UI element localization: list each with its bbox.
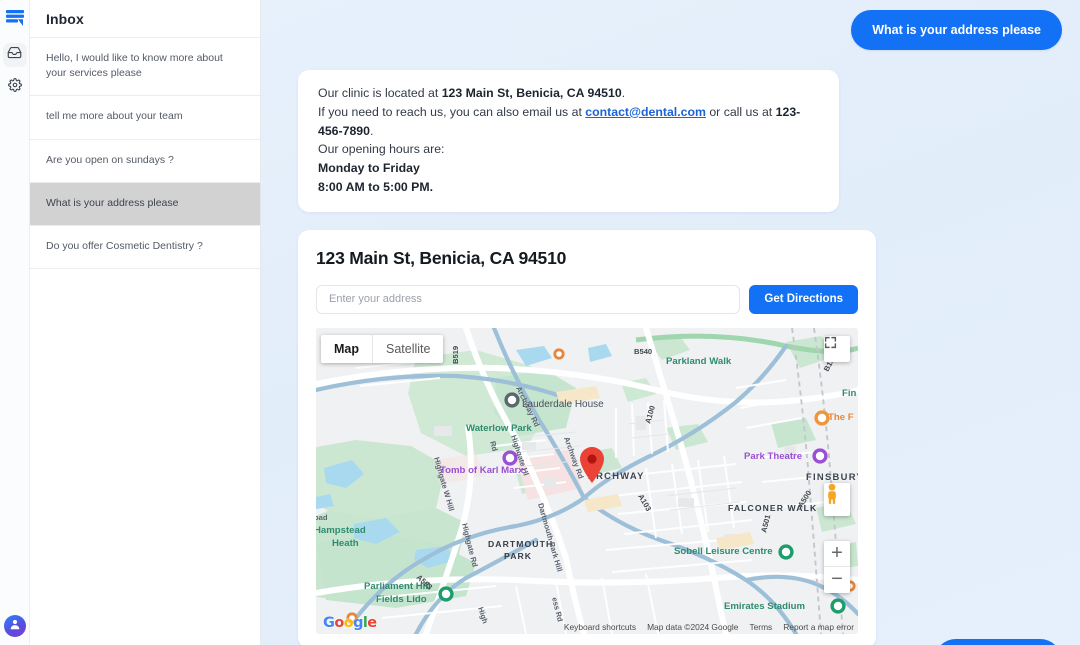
bot-line2-suffix: .: [369, 123, 374, 138]
bot-message-line-1: Our clinic is located at 123 Main St, Be…: [318, 84, 819, 103]
list-item[interactable]: Are you open on sundays ?: [30, 140, 260, 183]
map-data-credit: Map data ©2024 Google: [647, 621, 739, 632]
bot-line2-mid: or call us at: [705, 104, 776, 119]
icon-rail: [0, 0, 30, 645]
sidebar-item-settings[interactable]: [3, 75, 27, 99]
map-label-parkland-walk: Parkland Walk: [666, 356, 732, 367]
google-logo: Google: [323, 614, 377, 631]
chat-scroll-area[interactable]: What is your address please Our clinic i…: [261, 0, 1080, 645]
map-label-the-f: The F: [828, 412, 854, 423]
map-label-emirates: Emirates Stadium: [724, 601, 805, 612]
zoom-controls: + −: [824, 540, 850, 593]
avatar[interactable]: [3, 615, 26, 637]
list-item[interactable]: What is your address please: [30, 182, 260, 227]
keyboard-shortcuts-link[interactable]: Keyboard shortcuts: [564, 622, 636, 632]
bot-message-line-2: If you need to reach us, you can also em…: [318, 103, 819, 141]
map-label-b519b: B519: [451, 346, 460, 364]
map-label-oad: oad: [316, 513, 328, 522]
opening-hours-text: 8:00 AM to 5:00 PM.: [318, 178, 819, 197]
opening-days-text: Monday to Friday: [318, 159, 819, 178]
list-item[interactable]: Hello, I would like to know more about y…: [30, 38, 260, 97]
zoom-out-button[interactable]: −: [824, 567, 850, 593]
directions-form: Get Directions: [316, 284, 858, 314]
map-type-map-button[interactable]: Map: [321, 334, 373, 363]
page-title: Inbox: [46, 10, 84, 27]
chat-logo-icon[interactable]: [4, 7, 26, 29]
map-label-b540: B540: [634, 347, 652, 356]
clinic-address-text: 123 Main St, Benicia, CA 94510: [441, 86, 622, 100]
list-item[interactable]: Do you offer Cosmetic Dentistry ?: [30, 226, 260, 270]
map-label-karl-marx: Tomb of Karl Marx: [440, 465, 524, 476]
gear-icon: [7, 77, 22, 97]
map-label-hampstead-heath: Hampstead: [316, 525, 366, 536]
map-label-dartmouth-park: DARTMOUTH: [488, 539, 553, 549]
terms-link[interactable]: Terms: [749, 622, 772, 632]
next-message-bubble-partial[interactable]: [934, 639, 1062, 645]
map-label-parliament-hill-2: Fields Lido: [376, 594, 427, 605]
bot-line2-prefix: If you need to reach us, you can also em…: [318, 104, 586, 119]
map-card: 123 Main St, Benicia, CA 94510 Get Direc…: [298, 229, 876, 645]
user-message-bubble[interactable]: What is your address please: [851, 10, 1062, 50]
map-label-dartmouth-park-2: PARK: [504, 551, 532, 561]
bot-line1-prefix: Our clinic is located at: [318, 86, 442, 100]
conversation-list: Inbox Hello, I would like to know more a…: [30, 0, 261, 645]
chat-pane: What is your address please Our clinic i…: [261, 0, 1080, 645]
map-attribution: Keyboard shortcuts Map data ©2024 Google…: [564, 622, 854, 632]
map-type-satellite-button[interactable]: Satellite: [373, 335, 443, 363]
map-card-title: 123 Main St, Benicia, CA 94510: [316, 247, 567, 268]
street-view-button[interactable]: [824, 482, 850, 516]
sidebar-item-inbox[interactable]: [2, 43, 27, 67]
opening-days-value: Monday to Friday: [318, 161, 420, 176]
zoom-in-button[interactable]: +: [824, 541, 850, 567]
map-label-hampstead-heath-2: Heath: [332, 538, 359, 549]
map-label-sobell: Sobell Leisure Centre: [674, 546, 773, 557]
map-label-finsbury: FINSBURY: [806, 471, 858, 482]
email-link[interactable]: contact@dental.com: [585, 105, 706, 119]
user-avatar-icon: [8, 617, 22, 636]
bot-line1-suffix: .: [621, 86, 626, 100]
bot-message-bubble: Our clinic is located at 123 Main St, Be…: [298, 70, 839, 212]
map-label-fin: Fin: [842, 388, 857, 399]
map-label-park-theatre: Park Theatre: [744, 451, 802, 462]
message-row-user: What is your address please: [279, 10, 1062, 50]
map-label-waterlow-park: Waterlow Park: [466, 423, 532, 434]
app-root: Inbox Hello, I would like to know more a…: [0, 0, 1080, 645]
bot-message-line-3: Our opening hours are:: [318, 142, 445, 157]
list-item[interactable]: tell me more about your team: [30, 96, 260, 140]
get-directions-button[interactable]: Get Directions: [749, 284, 858, 314]
map-type-toggle: Map Satellite: [321, 334, 444, 363]
inbox-icon: [7, 45, 22, 65]
fullscreen-button[interactable]: [824, 335, 850, 362]
search-input[interactable]: [316, 284, 741, 314]
report-map-error-link[interactable]: Report a map error: [783, 622, 854, 632]
opening-hours-value: 8:00 AM to 5:00 PM.: [318, 180, 434, 195]
conversation-list-header: Inbox: [30, 0, 260, 38]
map-canvas[interactable]: Parkland Walk Waterlow Park Hampstead He…: [316, 327, 858, 634]
